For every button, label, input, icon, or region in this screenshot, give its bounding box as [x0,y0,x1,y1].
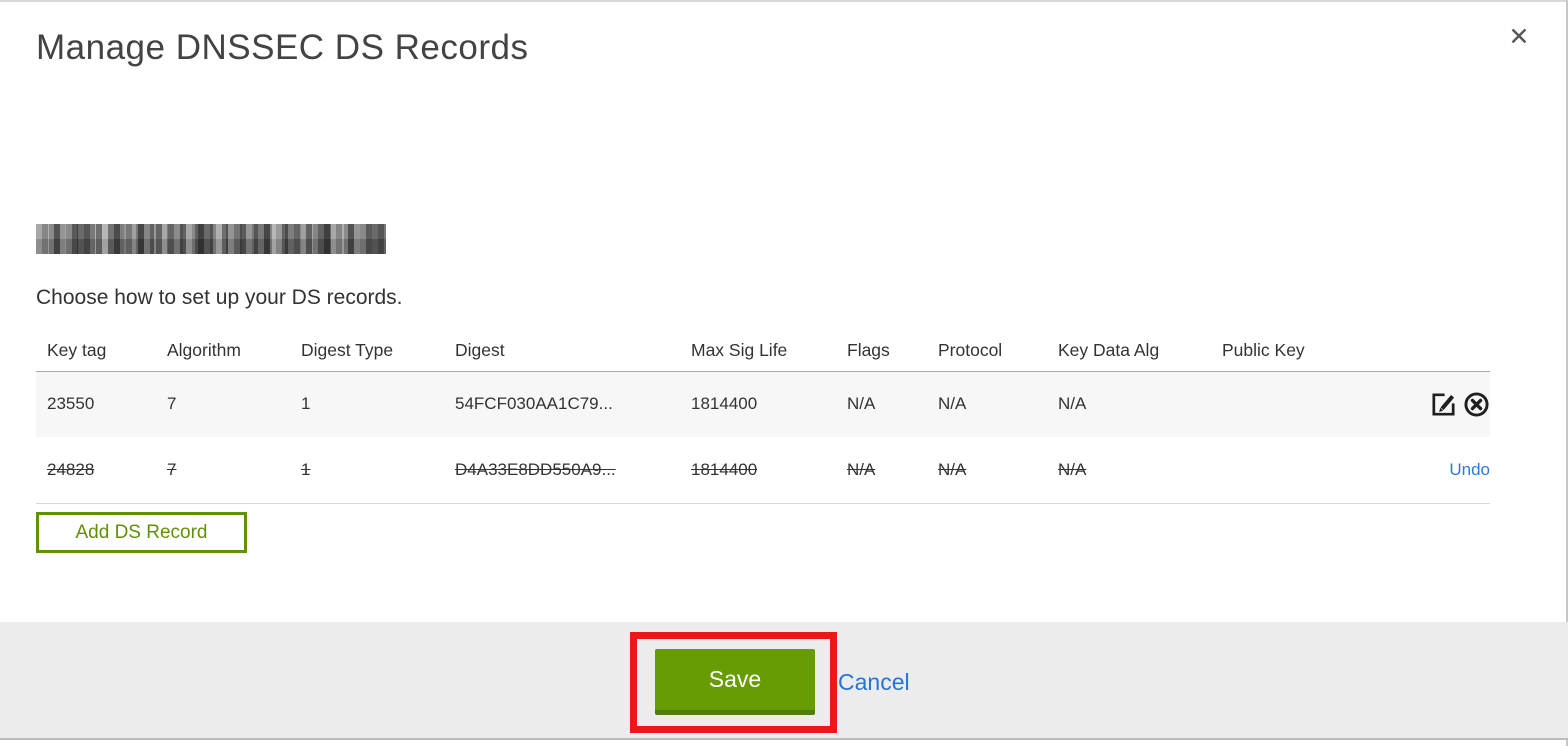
col-header-flags: Flags [836,330,927,372]
row-actions: Undo [1351,437,1490,504]
ds-records-table: Key tag Algorithm Digest Type Digest Max… [36,330,1490,504]
ds-records-instruction: Choose how to set up your DS records. [36,286,403,309]
close-icon[interactable]: ✕ [1502,20,1536,54]
col-header-actions [1351,330,1490,372]
delete-record-icon[interactable] [1463,391,1490,418]
col-header-protocol: Protocol [927,330,1047,372]
col-header-digest: Digest [444,330,680,372]
top-edge-divider [0,0,1568,2]
cell-key-data-alg: N/A [1047,437,1211,504]
col-header-algorithm: Algorithm [156,330,290,372]
col-header-digest-type: Digest Type [290,330,444,372]
table-row: 23550 7 1 54FCF030AA1C79... 1814400 N/A … [36,371,1490,437]
cell-flags: N/A [847,394,876,414]
cell-digest-type: 1 [301,394,311,414]
table-header-row: Key tag Algorithm Digest Type Digest Max… [36,330,1490,372]
row-actions [1351,371,1490,437]
add-ds-record-button[interactable]: Add DS Record [36,512,247,553]
cell-algorithm: 7 [167,394,177,414]
cell-key-data-alg: N/A [1058,394,1087,414]
cell-digest: D4A33E8DD550A9... [444,437,680,504]
dnssec-modal: Manage DNSSEC DS Records ✕ Choose how to… [0,0,1568,746]
cancel-link[interactable]: Cancel [838,669,910,696]
cell-protocol: N/A [927,437,1047,504]
cell-public-key [1211,437,1351,504]
page-title: Manage DNSSEC DS Records [36,28,529,67]
cell-public-key [1211,371,1351,437]
undo-link[interactable]: Undo [1449,460,1490,479]
cell-flags: N/A [836,437,927,504]
col-header-key-tag: Key tag [36,330,156,372]
edit-record-icon[interactable] [1430,391,1457,418]
redacted-domain-name [36,224,386,254]
cell-max-sig-life: 1814400 [691,394,758,414]
cell-protocol: N/A [938,394,967,414]
col-header-max-sig-life: Max Sig Life [680,330,836,372]
cell-max-sig-life: 1814400 [680,437,836,504]
cell-key-tag: 24828 [36,437,156,504]
table-row: 24828 7 1 D4A33E8DD550A9... 1814400 N/A … [36,437,1490,504]
col-header-public-key: Public Key [1211,330,1351,372]
cell-digest-type: 1 [290,437,444,504]
cell-algorithm: 7 [156,437,290,504]
cell-key-tag: 23550 [47,394,95,414]
save-button[interactable]: Save [655,649,815,715]
cell-digest: 54FCF030AA1C79... [455,394,613,414]
col-header-key-data-alg: Key Data Alg [1047,330,1211,372]
